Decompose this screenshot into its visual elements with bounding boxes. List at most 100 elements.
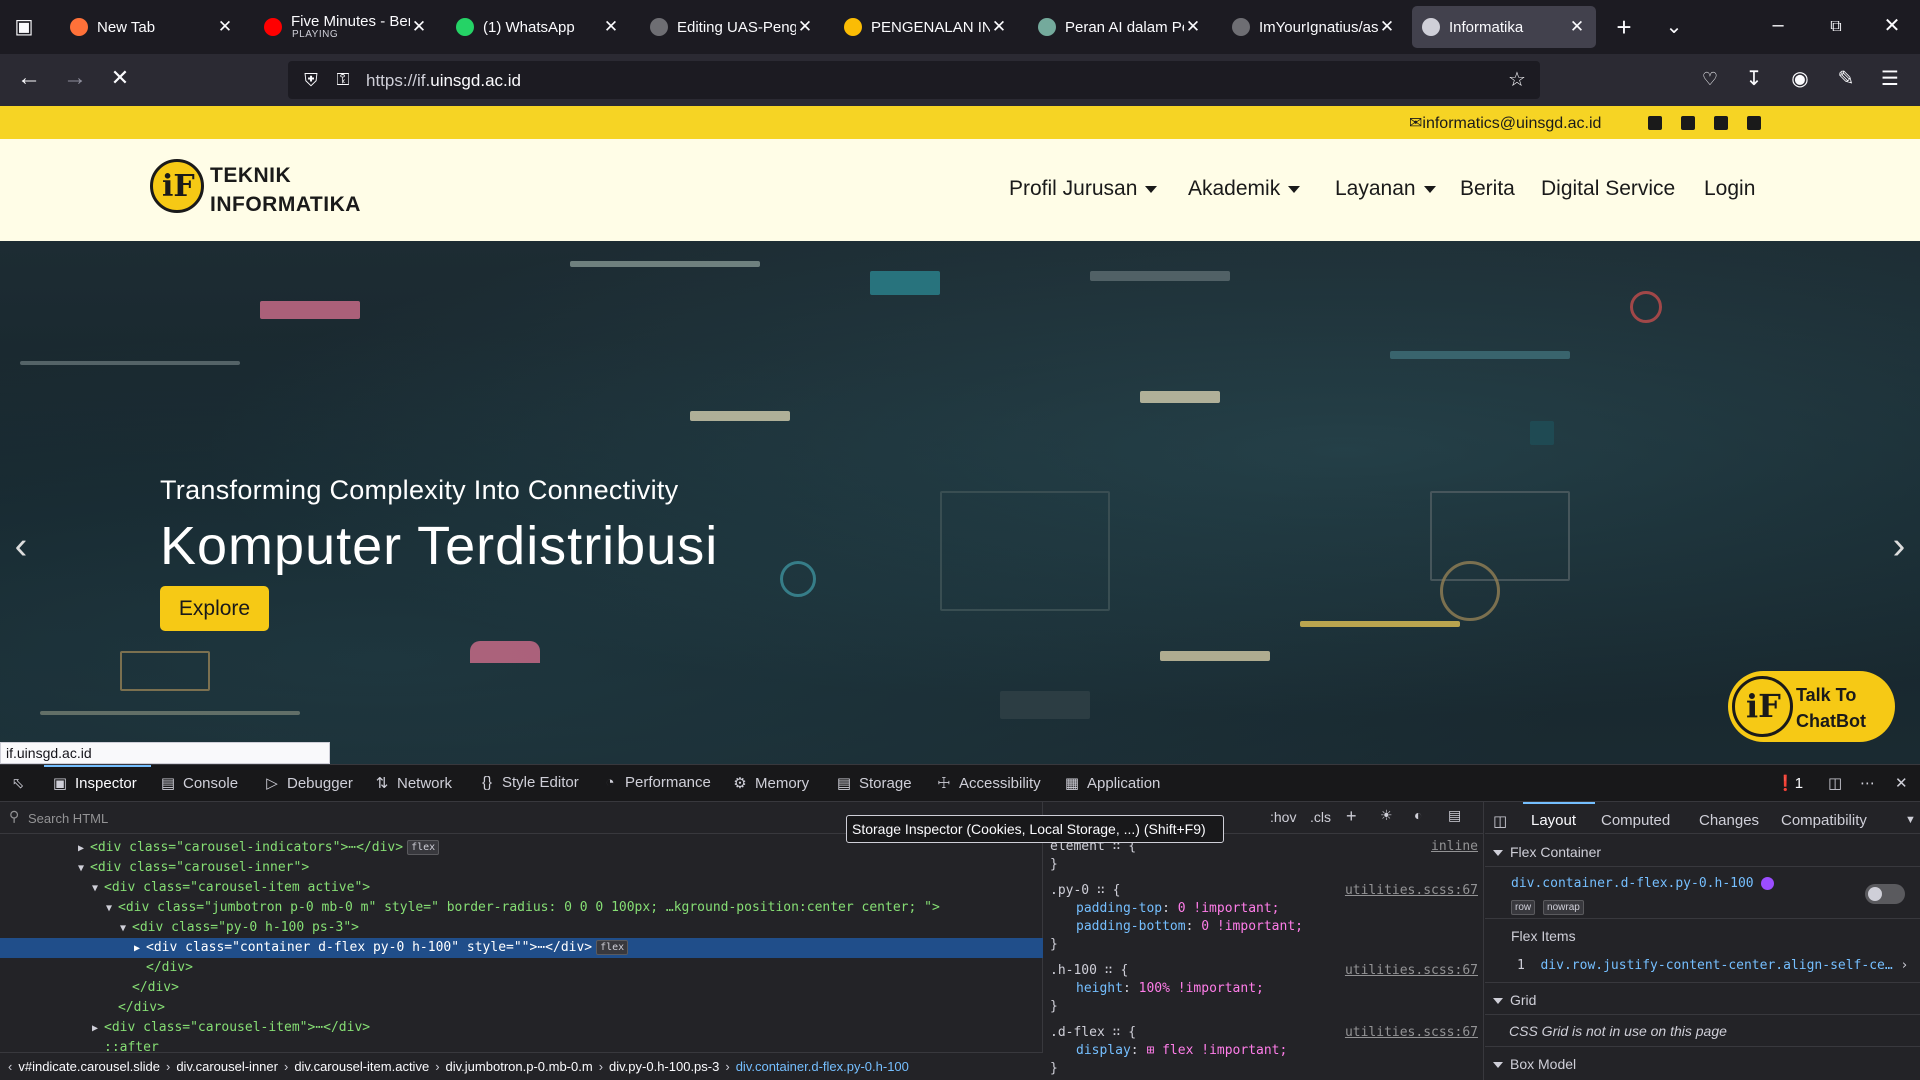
firefox-view-icon[interactable]: ▣	[12, 15, 36, 39]
css-rule-close[interactable]: }	[1044, 1060, 1483, 1078]
close-window-icon[interactable]: ✕	[1880, 14, 1904, 38]
browser-tab[interactable]: PENGENALAN INF ✕	[834, 6, 1018, 48]
breadcrumb-item[interactable]: div.carousel-inner	[176, 1059, 278, 1074]
pocket-icon[interactable]: ♡	[1698, 67, 1722, 91]
browser-tab[interactable]: ImYourIgnatius/as ✕	[1222, 6, 1406, 48]
flex-badge[interactable]: flex	[596, 940, 629, 955]
stylesheet-link[interactable]: utilities.scss:67	[1345, 1024, 1478, 1042]
close-tab-icon[interactable]: ✕	[796, 17, 814, 37]
tab-changes[interactable]: Changes	[1699, 812, 1759, 829]
close-tab-icon[interactable]: ✕	[1184, 17, 1202, 37]
css-selector[interactable]: .py-0 ∷ {utilities.scss:67	[1044, 882, 1483, 900]
css-rule-close[interactable]: }	[1044, 936, 1483, 954]
chatbot-button[interactable]: iF Talk To ChatBot	[1728, 671, 1895, 742]
close-tab-icon[interactable]: ✕	[990, 17, 1008, 37]
markup-node[interactable]: ▼ <div class="carousel-inner">	[0, 858, 1043, 878]
extensions-icon[interactable]: ✎	[1834, 67, 1858, 91]
breadcrumb-item[interactable]: div.jumbotron.p-0.mb-0.m	[446, 1059, 593, 1074]
close-tab-icon[interactable]: ✕	[410, 17, 428, 37]
youtube-icon[interactable]	[1714, 116, 1728, 130]
breadcrumb-item[interactable]: v#indicate.carousel.slide	[18, 1059, 160, 1074]
flex-color-swatch[interactable]	[1761, 877, 1775, 890]
dark-scheme-icon[interactable]: ◐	[1414, 807, 1422, 823]
app-menu-icon[interactable]: ☰	[1878, 67, 1902, 91]
browser-tab[interactable]: Informatika ✕	[1412, 6, 1596, 48]
lock-icon[interactable]: ⚿	[332, 68, 354, 92]
facebook-icon[interactable]	[1648, 116, 1662, 130]
nav-berita[interactable]: Berita	[1460, 177, 1515, 201]
markup-node[interactable]: ▶ <div class="carousel-item">⋯</div>	[0, 1018, 1043, 1038]
print-media-icon[interactable]: ▤	[1448, 807, 1461, 824]
add-rule-icon[interactable]: +	[1346, 806, 1357, 827]
tab-debugger[interactable]: ▷ Debugger	[264, 774, 353, 792]
close-tab-icon[interactable]: ✕	[602, 17, 620, 37]
css-property[interactable]: padding-bottom	[1076, 919, 1186, 934]
css-value[interactable]: 100% !important;	[1139, 981, 1264, 996]
css-declaration[interactable]: padding-bottom: 0 !important;	[1044, 918, 1483, 936]
sidebar-overflow-icon[interactable]: ▼	[1905, 814, 1916, 826]
css-declaration[interactable]: display: ⊞ flex !important;	[1044, 1042, 1483, 1060]
css-property[interactable]: height	[1076, 981, 1123, 996]
tab-application[interactable]: ▦ Application	[1064, 774, 1160, 792]
browser-tab[interactable]: Five Minutes - Beri PLAYING ✕	[254, 6, 438, 48]
stylesheet-link[interactable]: utilities.scss:67	[1345, 882, 1478, 900]
grid-section[interactable]: Grid	[1493, 992, 1536, 1008]
restore-window-icon[interactable]: ⧉	[1824, 15, 1848, 39]
css-value[interactable]: 0 !important;	[1178, 901, 1280, 916]
close-tab-icon[interactable]: ✕	[216, 17, 234, 37]
dock-options-icon[interactable]: ◫	[1828, 774, 1842, 792]
tab-network[interactable]: ⇅ Network	[374, 774, 452, 792]
markup-node[interactable]: ▼ <div class="py-0 h-100 ps-3">	[0, 918, 1043, 938]
css-rule-close[interactable]: }	[1044, 856, 1483, 874]
breadcrumb-item[interactable]: div.carousel-item.active	[294, 1059, 429, 1074]
tab-computed[interactable]: Computed	[1601, 812, 1670, 829]
url-text[interactable]: https://if.uinsgd.ac.id	[366, 71, 521, 91]
collapsed-twisty-icon[interactable]: ▶	[134, 939, 146, 959]
close-tab-icon[interactable]: ✕	[1568, 17, 1586, 37]
markup-node[interactable]: </div>	[0, 958, 1043, 978]
tab-storage[interactable]: ▤ Storage	[836, 774, 912, 792]
expanded-twisty-icon[interactable]: ▼	[120, 919, 132, 939]
nav-profil-jurusan[interactable]: Profil Jurusan	[1009, 177, 1158, 201]
tab-style-editor[interactable]: {} Style Editor	[479, 774, 579, 791]
expanded-twisty-icon[interactable]: ▼	[106, 899, 118, 919]
twitter-icon[interactable]	[1681, 116, 1695, 130]
nav-login[interactable]: Login	[1704, 177, 1755, 201]
error-count-badge[interactable]: ❗1	[1776, 774, 1803, 792]
css-declaration[interactable]: height: 100% !important;	[1044, 980, 1483, 998]
more-options-icon[interactable]: ⋯	[1860, 774, 1875, 792]
new-tab-icon[interactable]: +	[1612, 14, 1636, 40]
light-scheme-icon[interactable]: ☀	[1380, 807, 1393, 824]
tab-inspector[interactable]: ▣ Inspector	[52, 774, 137, 792]
nav-digital-service[interactable]: Digital Service	[1541, 177, 1675, 201]
carousel-prev-icon[interactable]: ‹	[6, 527, 36, 565]
bookmark-star-icon[interactable]: ☆	[1505, 68, 1529, 92]
hov-toggle[interactable]: :hov	[1270, 809, 1296, 825]
downloads-icon[interactable]: ↧	[1742, 67, 1766, 91]
flexbox-highlighter-toggle[interactable]	[1865, 884, 1905, 904]
expanded-twisty-icon[interactable]: ▼	[78, 859, 90, 879]
collapsed-twisty-icon[interactable]: ▶	[92, 1019, 104, 1039]
stylesheet-link[interactable]: inline	[1431, 838, 1478, 856]
account-icon[interactable]: ◉	[1788, 67, 1812, 91]
element-picker-icon[interactable]: ⬁	[10, 774, 33, 792]
list-all-tabs-icon[interactable]: ⌄	[1662, 15, 1686, 39]
css-value[interactable]: ⊞ flex !important;	[1146, 1043, 1287, 1058]
markup-node[interactable]: ▼ <div class="jumbotron p-0 mb-0 m" style…	[0, 898, 1043, 918]
breadcrumb-item[interactable]: div.py-0.h-100.ps-3	[609, 1059, 719, 1074]
back-icon[interactable]: ←	[16, 66, 42, 90]
nav-akademik[interactable]: Akademik	[1188, 177, 1301, 201]
css-selector[interactable]: .h-100 ∷ {utilities.scss:67	[1044, 962, 1483, 980]
tracking-protection-shield-icon[interactable]: ⛨	[300, 68, 322, 92]
css-property[interactable]: display	[1076, 1043, 1131, 1058]
markup-node[interactable]: ▶ <div class="container d-flex py-0 h-100…	[0, 938, 1043, 958]
browser-tab[interactable]: Peran AI dalam Pe ✕	[1028, 6, 1212, 48]
css-rule-close[interactable]: }	[1044, 998, 1483, 1016]
css-value[interactable]: 0 !important;	[1201, 919, 1303, 934]
tab-layout[interactable]: Layout	[1531, 812, 1576, 829]
explore-button[interactable]: Explore	[160, 586, 269, 631]
flex-item-row[interactable]: 1 div.row.justify-content-center.align-s…	[1517, 958, 1908, 973]
stylesheet-link[interactable]: utilities.scss:67	[1345, 962, 1478, 980]
breadcrumb-item[interactable]: div.container.d-flex.py-0.h-100	[736, 1059, 909, 1074]
tab-compatibility[interactable]: Compatibility	[1781, 812, 1867, 829]
